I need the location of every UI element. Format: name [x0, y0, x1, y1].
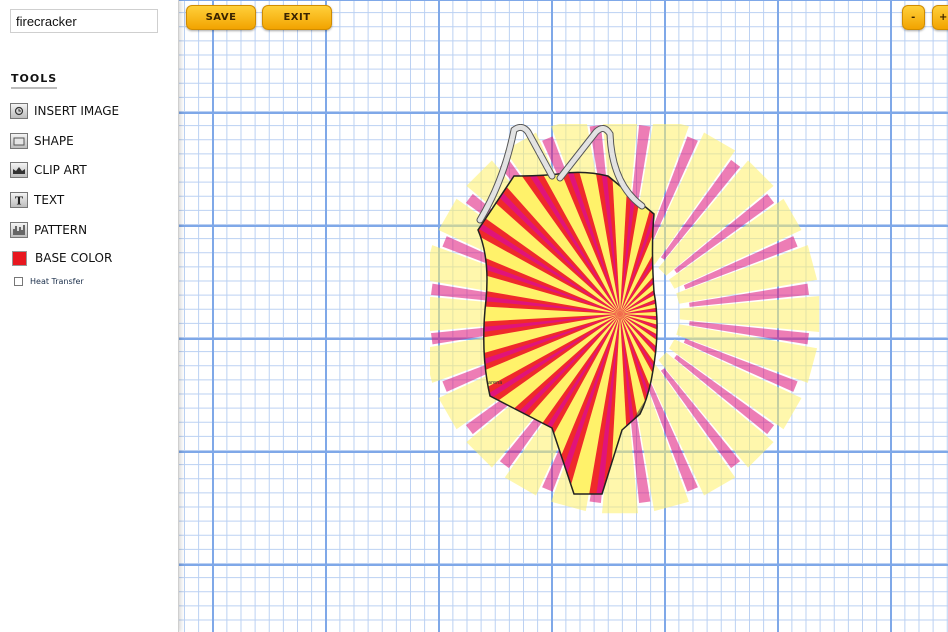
design-name-input[interactable]: [10, 9, 158, 33]
base-color-tool[interactable]: BASE COLOR: [10, 247, 112, 269]
heat-transfer-checkbox[interactable]: [14, 277, 23, 286]
clip-art-icon: [10, 162, 28, 178]
zoom-out-button[interactable]: -: [902, 5, 925, 30]
clip-art-label: CLIP ART: [34, 163, 87, 177]
heat-transfer-label: Heat Transfer: [30, 277, 84, 286]
base-color-label: BASE COLOR: [35, 251, 113, 265]
shape-tool[interactable]: SHAPE: [10, 130, 74, 152]
text-icon: T: [10, 192, 28, 208]
insert-image-label: INSERT IMAGE: [34, 104, 120, 118]
shape-icon: [10, 133, 28, 149]
base-color-swatch[interactable]: [12, 250, 27, 266]
insert-image-tool[interactable]: INSERT IMAGE: [10, 100, 119, 122]
brand-logo: arena: [488, 380, 502, 386]
shape-label: SHAPE: [34, 134, 74, 148]
save-button[interactable]: SAVE: [186, 5, 256, 30]
tools-heading: TOOLS: [11, 72, 58, 89]
heat-transfer-option[interactable]: Heat Transfer: [14, 277, 84, 286]
insert-image-icon: [10, 103, 28, 119]
text-tool[interactable]: T TEXT: [10, 189, 64, 211]
pattern-label: PATTERN: [34, 223, 88, 237]
text-label: TEXT: [34, 193, 65, 207]
zoom-in-button[interactable]: +: [932, 5, 948, 30]
tools-sidebar: TOOLS INSERT IMAGE SHAPE CLIP ART T TEXT…: [0, 0, 179, 632]
pattern-tool[interactable]: PATTERN: [10, 219, 87, 241]
swimsuit-design[interactable]: arena: [430, 124, 820, 519]
svg-text:T: T: [15, 195, 24, 207]
pattern-icon: [10, 222, 28, 238]
exit-button[interactable]: EXIT: [262, 5, 332, 30]
clip-art-tool[interactable]: CLIP ART: [10, 159, 87, 181]
